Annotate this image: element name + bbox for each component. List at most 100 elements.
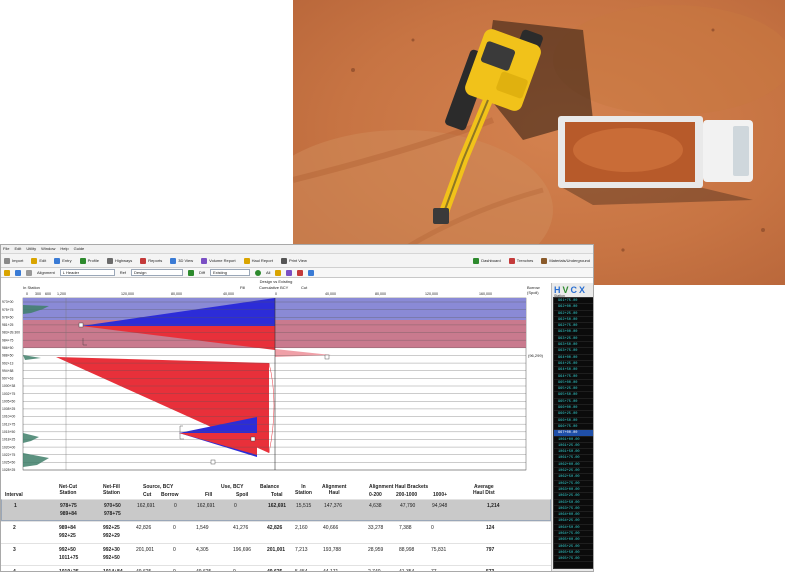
col-interval: Interval (5, 492, 23, 498)
profile-button[interactable]: Profile (79, 257, 99, 264)
3d-view-label: 3D View (178, 258, 194, 263)
x-view-button[interactable]: X (579, 285, 585, 295)
station-labels: 973+00 975+75 978+50 981+25 983+39.300 984+75… (2, 300, 20, 471)
alignment-select[interactable]: L Header (59, 269, 115, 276)
station-label: 1010+00 (2, 415, 15, 419)
table-scrollbar-thumb[interactable] (542, 501, 547, 517)
col-in-station: In Station (295, 484, 312, 496)
drag-handle-3[interactable] (250, 436, 256, 442)
reports-label: Reports (148, 258, 163, 263)
cell-netcut: 989+84 (59, 525, 76, 531)
3d-view-button[interactable]: 3D View (170, 257, 194, 264)
entry-button[interactable]: Entry (54, 257, 72, 264)
ribbon-toolbar: Import Edit Entry Profile Highways Repor… (1, 254, 593, 268)
printer-icon (280, 257, 287, 264)
all-label[interactable]: All (266, 270, 270, 275)
drag-handle-2[interactable] (324, 354, 330, 360)
undo-icon[interactable] (26, 269, 32, 276)
import-label: Import (12, 258, 24, 263)
print-view-label: Print View (288, 258, 307, 263)
volume-report-button[interactable]: Volume Report (201, 257, 236, 264)
c-view-button[interactable]: C (571, 285, 578, 295)
station-list[interactable]: 961+75.00 962+00.00 962+25.00 962+50.00 962+… (553, 297, 593, 569)
excavator-truck-photo (293, 0, 785, 285)
menu-file[interactable]: File (3, 246, 9, 252)
menu-guide[interactable]: Guide (74, 246, 85, 252)
stage: File Edit Utility Window Help Guide Impo… (0, 0, 785, 572)
top-tick-label: 120,000 (425, 292, 438, 296)
import-button[interactable]: Import (4, 257, 24, 264)
top-tick-label: 80,000 (171, 292, 182, 296)
cell-haul: 193,788 (323, 547, 342, 553)
cell-netfill: 970+50 (104, 503, 121, 509)
station-label: 997+63 (2, 377, 14, 381)
status-green-icon[interactable] (254, 269, 261, 276)
reports-button[interactable]: Reports (140, 257, 163, 264)
col-brackets: Alignment Haul Brackets (369, 484, 429, 490)
table-row[interactable]: 1 978+75 989+84 970+50 978+75 162,691 0 162,691… (1, 499, 551, 521)
cell-fill: 4,305 (196, 547, 209, 553)
cell-borrow: 0 (173, 525, 176, 531)
alignment-toolbar: Alignment L Header Ref Design Diff Exist… (1, 268, 593, 278)
highways-button[interactable]: Highways (106, 257, 132, 264)
top-tick-label: 1,200 (57, 292, 66, 296)
color-icon-4[interactable] (308, 269, 315, 276)
cell-interval: 1 (14, 503, 17, 509)
save-icon[interactable] (15, 269, 21, 276)
cell-netcut: 992+50 (59, 547, 76, 553)
cell-in_station: 7,213 (295, 547, 308, 553)
col-total: Total (271, 492, 283, 498)
materials-button[interactable]: Materials/Underground (541, 257, 590, 264)
menu-utility[interactable]: Utility (26, 246, 36, 252)
table-row[interactable]: 3 992+50 1011+75 992+30 992+50 201,001 0 4,305 1… (1, 543, 551, 565)
fill-label: Fill (240, 285, 245, 290)
station-label: 1028+25 (2, 468, 15, 471)
menu-window[interactable]: Window (41, 246, 55, 252)
cell-netfill2: 992+50 (103, 555, 120, 561)
ref-label: Ref (119, 270, 127, 275)
cell-b1: 4,638 (369, 503, 382, 509)
color-icon-2[interactable] (286, 269, 293, 276)
top-tick-label: 120,000 (121, 292, 134, 296)
profile-label: Profile (87, 258, 99, 263)
drag-handle-4[interactable] (210, 459, 216, 465)
cell-avg: 797 (486, 547, 495, 553)
station-label: 1015+50 (2, 430, 15, 434)
edit-button[interactable]: Edit (31, 257, 46, 264)
highway-icon (106, 257, 113, 264)
color-icon-1[interactable] (275, 269, 282, 276)
diff-select[interactable]: Existing (209, 269, 250, 276)
menu-help[interactable]: Help (60, 246, 68, 252)
cut-label: Cut (301, 285, 308, 290)
cell-b3: 94,948 (432, 503, 448, 509)
print-view-button[interactable]: Print View (280, 257, 307, 264)
color-icon-3[interactable] (297, 269, 304, 276)
cell-spoil: 0 (234, 503, 237, 509)
dashboard-button[interactable]: Dashboard (473, 257, 501, 264)
cell-netcut2: 1011+75 (59, 555, 79, 561)
cell-haul: 40,666 (323, 525, 339, 531)
top-tick-labels: 0 300 600 1,200 120,000 80,000 40,000 0 40,000 80… (26, 292, 492, 296)
col-b1: 0-200 (369, 492, 382, 498)
trenches-button[interactable]: Trenches (508, 257, 533, 264)
station-label: 983+39.300 (2, 331, 20, 335)
import-icon (4, 257, 10, 264)
haul-report-label: Haul Report (251, 258, 273, 263)
station-list-item[interactable]: 1065+75.00 (554, 556, 593, 563)
ref-select[interactable]: Design (131, 269, 184, 276)
menu-edit[interactable]: Edit (14, 246, 21, 252)
open-icon[interactable] (4, 269, 10, 276)
swap-icon[interactable] (188, 269, 195, 276)
drag-handle-1[interactable] (78, 322, 84, 328)
table-row[interactable]: 2 989+84 992+25 992+25 992+29 42,826 0 1,549 41,… (1, 521, 551, 543)
col-cut: Cut (143, 492, 152, 498)
ref-value: Design (134, 270, 147, 275)
cell-spoil: 41,276 (233, 525, 249, 531)
station-side-panel: H V C X Station 961+75.00 962+00.00 962+25… (551, 283, 593, 571)
col-source: Source, BCY (143, 484, 174, 490)
mass-haul-svg: In Station Fill Cumulative BCY Cut Borro… (2, 285, 544, 471)
table-row[interactable]: 4 1019+25 1014+84 49,625 0 49,625 0 49,625 5,454… (1, 565, 551, 571)
cell-in_station: 15,515 (296, 503, 312, 509)
haul-report-button[interactable]: Haul Report (243, 257, 273, 264)
cell-netfill2: 978+75 (104, 511, 121, 517)
